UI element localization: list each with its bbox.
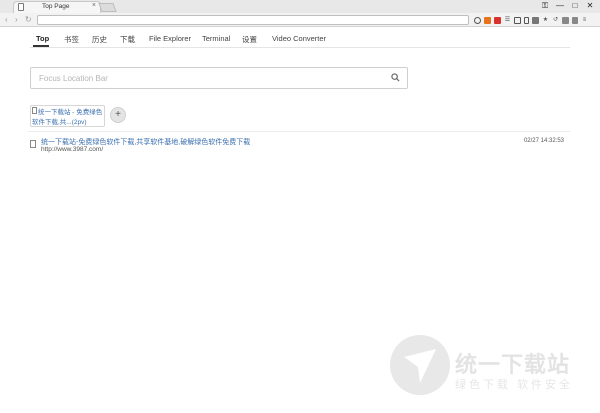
tile-subtitle: 软件下载,共...(2pv): [32, 119, 87, 126]
nav-item-bookmarks[interactable]: 书签: [64, 34, 79, 45]
location-search-box: [30, 67, 408, 89]
menu-icon[interactable]: ≡: [581, 17, 588, 24]
list-icon[interactable]: ☰: [504, 17, 511, 24]
nav-item-top[interactable]: Top: [36, 34, 49, 43]
watermark-logo-icon: [390, 335, 450, 395]
minimize-button[interactable]: —: [556, 1, 564, 11]
close-button[interactable]: ✕: [586, 1, 594, 11]
search-icon[interactable]: [391, 73, 400, 82]
user-icon[interactable]: ⚿: [541, 1, 549, 11]
history-row[interactable]: 统一下载站-免费绿色软件下载,共享软件基地,破解绿色软件免费下载 http://…: [30, 136, 570, 156]
nav-item-terminal[interactable]: Terminal: [202, 34, 230, 43]
tab-top-page[interactable]: Top Page ×: [13, 1, 101, 13]
new-tab-button[interactable]: [98, 3, 117, 12]
mobile-icon[interactable]: [524, 16, 529, 24]
tab-title: Top Page: [42, 3, 70, 10]
nav-item-file-explorer[interactable]: File Explorer: [149, 34, 191, 43]
back-button[interactable]: ‹: [5, 14, 8, 25]
tab-close-icon[interactable]: ×: [92, 2, 96, 9]
nav-item-history[interactable]: 历史: [92, 34, 107, 45]
page-nav: Top 书签 历史 下载 File Explorer Terminal 设置 V…: [30, 33, 570, 48]
watermark-subtext: 绿色下载 软件安全: [455, 379, 574, 391]
search-input[interactable]: [31, 68, 379, 88]
circle-icon[interactable]: [474, 16, 481, 24]
tile-title: 统一下载站 - 免费绿色: [38, 109, 103, 116]
title-bar: Top Page × ⚿ — □ ✕: [0, 0, 600, 13]
nav-item-downloads[interactable]: 下载: [120, 34, 135, 45]
page-icon: [30, 140, 36, 148]
divider: [28, 131, 570, 132]
window-controls: ⚿ — □ ✕: [541, 1, 594, 11]
add-speed-dial-button[interactable]: +: [110, 107, 126, 123]
history-timestamp: 02/27 14:32:53: [523, 138, 564, 144]
speed-dial-tile[interactable]: 统一下载站 - 免费绿色 软件下载,共...(2pv): [30, 105, 105, 127]
browser-toolbar: ‹ › ↻ ☰ ★ ↺ ≡: [0, 13, 600, 27]
nav-item-video-converter[interactable]: Video Converter: [272, 34, 326, 43]
extension-red-icon[interactable]: [494, 16, 501, 24]
page-icon: [32, 107, 37, 114]
active-tab-indicator: [33, 45, 49, 47]
reload-button[interactable]: ↻: [25, 14, 32, 25]
forward-button[interactable]: ›: [15, 14, 18, 25]
trash-icon[interactable]: [572, 16, 578, 24]
watermark-text: 统一下载站: [455, 352, 571, 377]
bookmark-icon[interactable]: [514, 16, 521, 24]
history-icon[interactable]: ↺: [552, 17, 559, 24]
star-icon[interactable]: ★: [542, 17, 549, 24]
extension-icons: ☰ ★ ↺ ≡: [474, 15, 588, 25]
tag-icon[interactable]: [562, 16, 569, 24]
extension-orange-icon[interactable]: [484, 16, 491, 24]
nav-item-settings[interactable]: 设置: [242, 34, 257, 45]
address-bar[interactable]: [37, 15, 469, 25]
camera-icon[interactable]: [532, 16, 539, 24]
maximize-button[interactable]: □: [571, 1, 579, 11]
history-url: http://www.3987.com/: [41, 146, 104, 153]
page-icon: [18, 3, 24, 11]
